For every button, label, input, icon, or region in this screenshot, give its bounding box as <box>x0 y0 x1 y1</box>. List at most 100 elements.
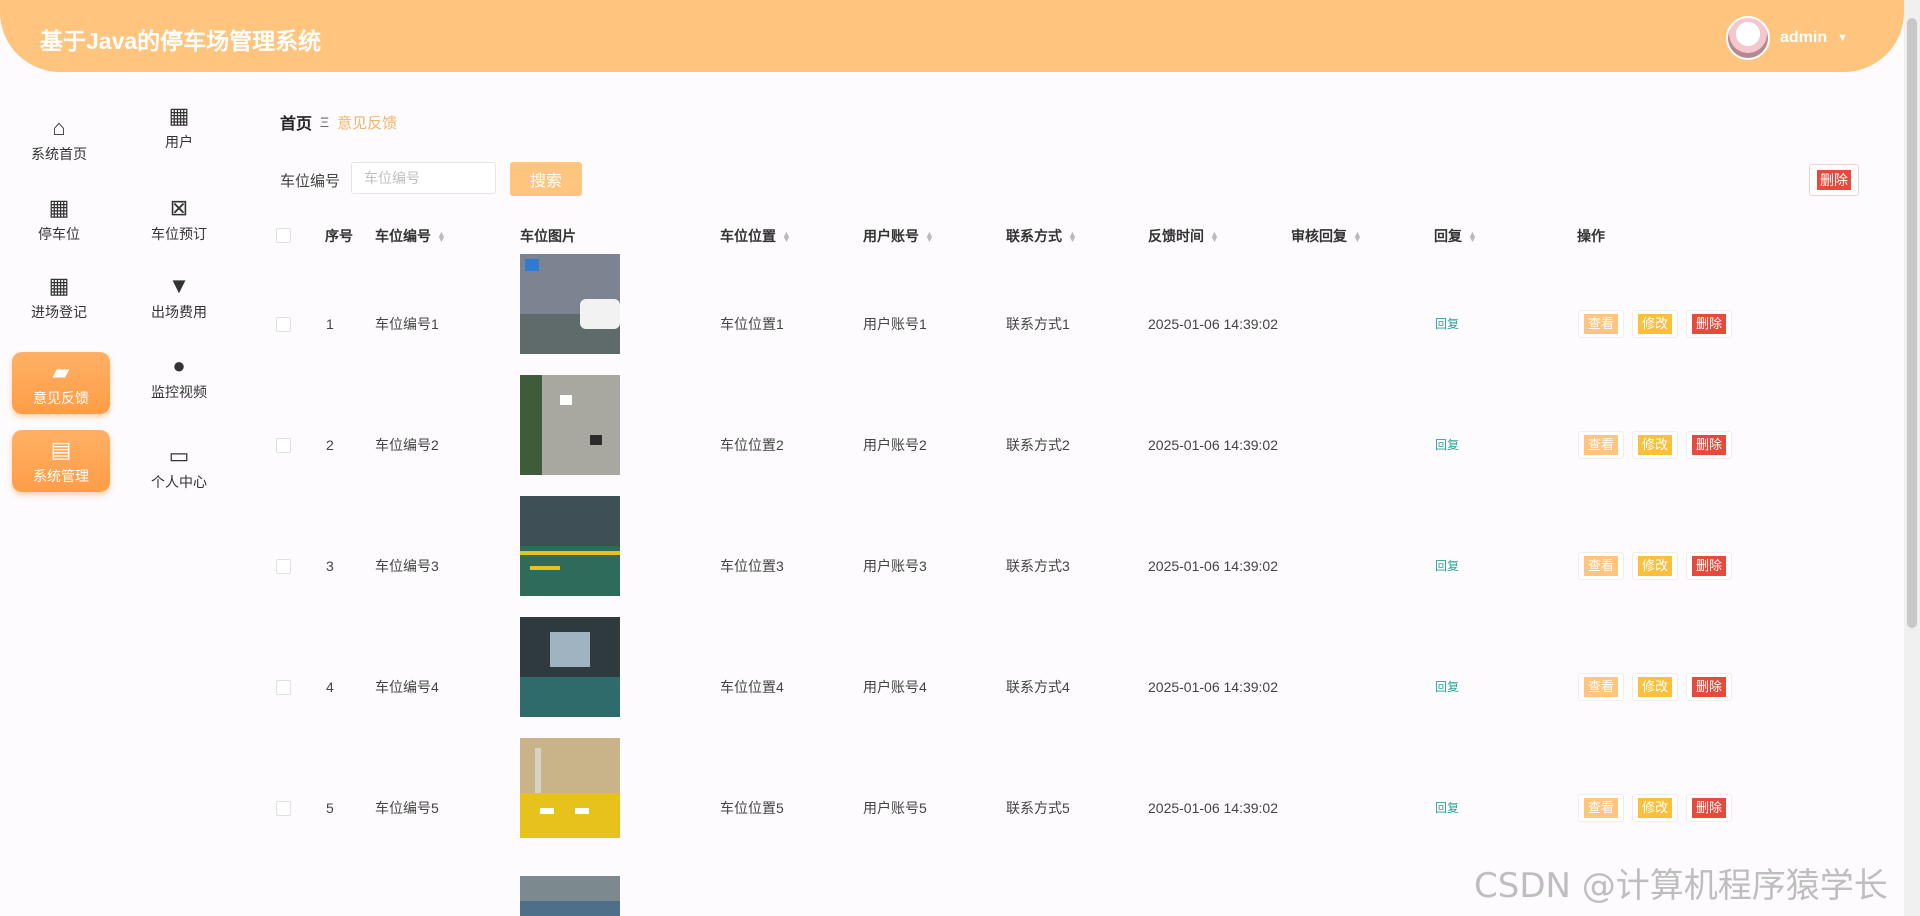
table-row: 2 车位编号2 车位位置2 用户账号2 联系方式2 2025-01-06 14:… <box>0 375 1900 505</box>
row-index: 1 <box>326 315 334 332</box>
scrollbar[interactable] <box>1904 0 1920 916</box>
delete-button[interactable]: 删除 <box>1686 430 1732 459</box>
edit-button[interactable]: 修改 <box>1632 793 1678 822</box>
sort-icon: ▲ ▼ <box>437 229 446 245</box>
view-button[interactable]: 查看 <box>1578 309 1624 338</box>
view-button[interactable]: 查看 <box>1578 793 1624 822</box>
view-button[interactable]: 查看 <box>1578 430 1624 459</box>
reply-link[interactable]: 回复 <box>1435 384 1459 505</box>
view-button[interactable]: 查看 <box>1578 551 1624 580</box>
row-code: 车位编号2 <box>375 436 439 453</box>
row-checkbox[interactable] <box>276 438 291 453</box>
row-actions: 查看 修改 删除 <box>1578 747 1732 868</box>
delete-button[interactable]: 删除 <box>1686 551 1732 580</box>
search-button[interactable]: 搜索 <box>510 162 582 196</box>
home-icon: ⌂ <box>52 115 66 140</box>
row-contact: 联系方式5 <box>1006 799 1070 816</box>
parking-photo[interactable] <box>520 254 620 354</box>
view-button[interactable]: 查看 <box>1578 672 1624 701</box>
row-location: 车位位置1 <box>720 315 784 332</box>
row-account: 用户账号3 <box>863 557 927 574</box>
row-code: 车位编号1 <box>375 315 439 332</box>
search-input[interactable] <box>351 162 496 194</box>
menu-item-parking-space[interactable]: ▦ 停车位 <box>10 188 108 250</box>
row-index: 3 <box>326 557 334 574</box>
row-account: 用户账号5 <box>863 799 927 816</box>
row-code: 车位编号5 <box>375 799 439 816</box>
row-checkbox[interactable] <box>276 317 291 332</box>
row-index: 2 <box>326 436 334 453</box>
search-label: 车位编号 <box>280 173 341 190</box>
parking-photo[interactable] <box>520 738 620 838</box>
grid-icon: ▦ <box>48 195 70 220</box>
breadcrumb-home[interactable]: 首页 <box>280 110 312 134</box>
row-index: 5 <box>326 799 334 816</box>
row-checkbox[interactable] <box>276 559 291 574</box>
delete-button[interactable]: 删除 <box>1686 793 1732 822</box>
header-index: 序号 <box>325 228 353 244</box>
avatar[interactable] <box>1725 16 1770 60</box>
parking-photo[interactable] <box>520 375 620 475</box>
header-reply[interactable]: 回复 ▲ ▼ <box>1434 226 1477 246</box>
watermark: CSDN @计算机程序猿学长 <box>1474 866 1888 906</box>
row-checkbox[interactable] <box>276 680 291 695</box>
row-location: 车位位置2 <box>720 436 784 453</box>
reply-link[interactable]: 回复 <box>1435 747 1459 868</box>
row-location: 车位位置5 <box>720 799 784 816</box>
edit-button[interactable]: 修改 <box>1632 309 1678 338</box>
reply-link[interactable]: 回复 <box>1435 263 1459 384</box>
edit-button[interactable]: 修改 <box>1632 430 1678 459</box>
scrollbar-thumb[interactable] <box>1907 18 1917 628</box>
row-index: 4 <box>326 678 334 695</box>
menu-item-booking[interactable]: ⊠ 车位预订 <box>130 188 228 250</box>
row-actions: 查看 修改 删除 <box>1578 505 1732 626</box>
delete-button[interactable]: 删除 <box>1686 309 1732 338</box>
row-location: 车位位置3 <box>720 557 784 574</box>
clipboard-x-icon: ⊠ <box>169 195 189 220</box>
sort-icon: ▲ ▼ <box>1068 229 1077 245</box>
row-account: 用户账号1 <box>863 315 927 332</box>
edit-button[interactable]: 修改 <box>1632 672 1678 701</box>
header-time[interactable]: 反馈时间 ▲ ▼ <box>1148 226 1219 246</box>
row-location: 车位位置4 <box>720 678 784 695</box>
header-actions: 操作 <box>1577 228 1605 244</box>
row-contact: 联系方式2 <box>1006 436 1070 453</box>
row-time: 2025-01-06 14:39:02 <box>1148 436 1278 453</box>
breadcrumb: 首页 Ξ 意见反馈 <box>280 110 397 134</box>
row-checkbox[interactable] <box>276 801 291 816</box>
menu-item-home[interactable]: ⌂ 系统首页 <box>10 108 108 170</box>
row-code: 车位编号4 <box>375 678 439 695</box>
delete-button[interactable]: 删除 <box>1686 672 1732 701</box>
reply-link[interactable]: 回复 <box>1435 505 1459 626</box>
parking-photo[interactable] <box>520 496 620 596</box>
row-account: 用户账号4 <box>863 678 927 695</box>
select-all-checkbox[interactable] <box>276 228 291 243</box>
parking-photo[interactable] <box>520 876 620 916</box>
username[interactable]: admin <box>1780 29 1827 47</box>
parking-photo[interactable] <box>520 617 620 717</box>
header-review[interactable]: 审核回复 ▲ ▼ <box>1291 226 1362 246</box>
user-menu[interactable]: admin ▼ <box>1725 16 1848 60</box>
app-header: 基于Java的停车场管理系统 <box>0 0 1904 72</box>
caret-down-icon[interactable]: ▼ <box>1837 32 1848 44</box>
table-row: 1 车位编号1 车位位置1 用户账号1 联系方式1 2025-01-06 14:… <box>0 254 1900 384</box>
header-code[interactable]: 车位编号 ▲ ▼ <box>375 226 446 246</box>
header-account[interactable]: 用户账号 ▲ ▼ <box>863 226 934 246</box>
sort-icon: ▲ ▼ <box>1210 229 1219 245</box>
edit-button[interactable]: 修改 <box>1632 551 1678 580</box>
row-time: 2025-01-06 14:39:02 <box>1148 315 1278 332</box>
menu-item-user[interactable]: ▦ 用户 <box>130 96 228 158</box>
header-contact[interactable]: 联系方式 ▲ ▼ <box>1006 226 1077 246</box>
row-actions: 查看 修改 删除 <box>1578 626 1732 747</box>
header-location[interactable]: 车位位置 ▲ ▼ <box>720 226 791 246</box>
row-contact: 联系方式4 <box>1006 678 1070 695</box>
sort-icon: ▲ ▼ <box>782 229 791 245</box>
row-time: 2025-01-06 14:39:02 <box>1148 799 1278 816</box>
row-time: 2025-01-06 14:39:02 <box>1148 678 1278 695</box>
table-row: 4 车位编号4 车位位置4 用户账号4 联系方式4 2025-01-06 14:… <box>0 617 1900 747</box>
bulk-delete-button[interactable]: 删除 <box>1809 164 1859 196</box>
row-time: 2025-01-06 14:39:02 <box>1148 557 1278 574</box>
row-actions: 查看 修改 删除 <box>1578 384 1732 505</box>
table-row: 3 车位编号3 车位位置3 用户账号3 联系方式3 2025-01-06 14:… <box>0 496 1900 626</box>
reply-link[interactable]: 回复 <box>1435 626 1459 747</box>
